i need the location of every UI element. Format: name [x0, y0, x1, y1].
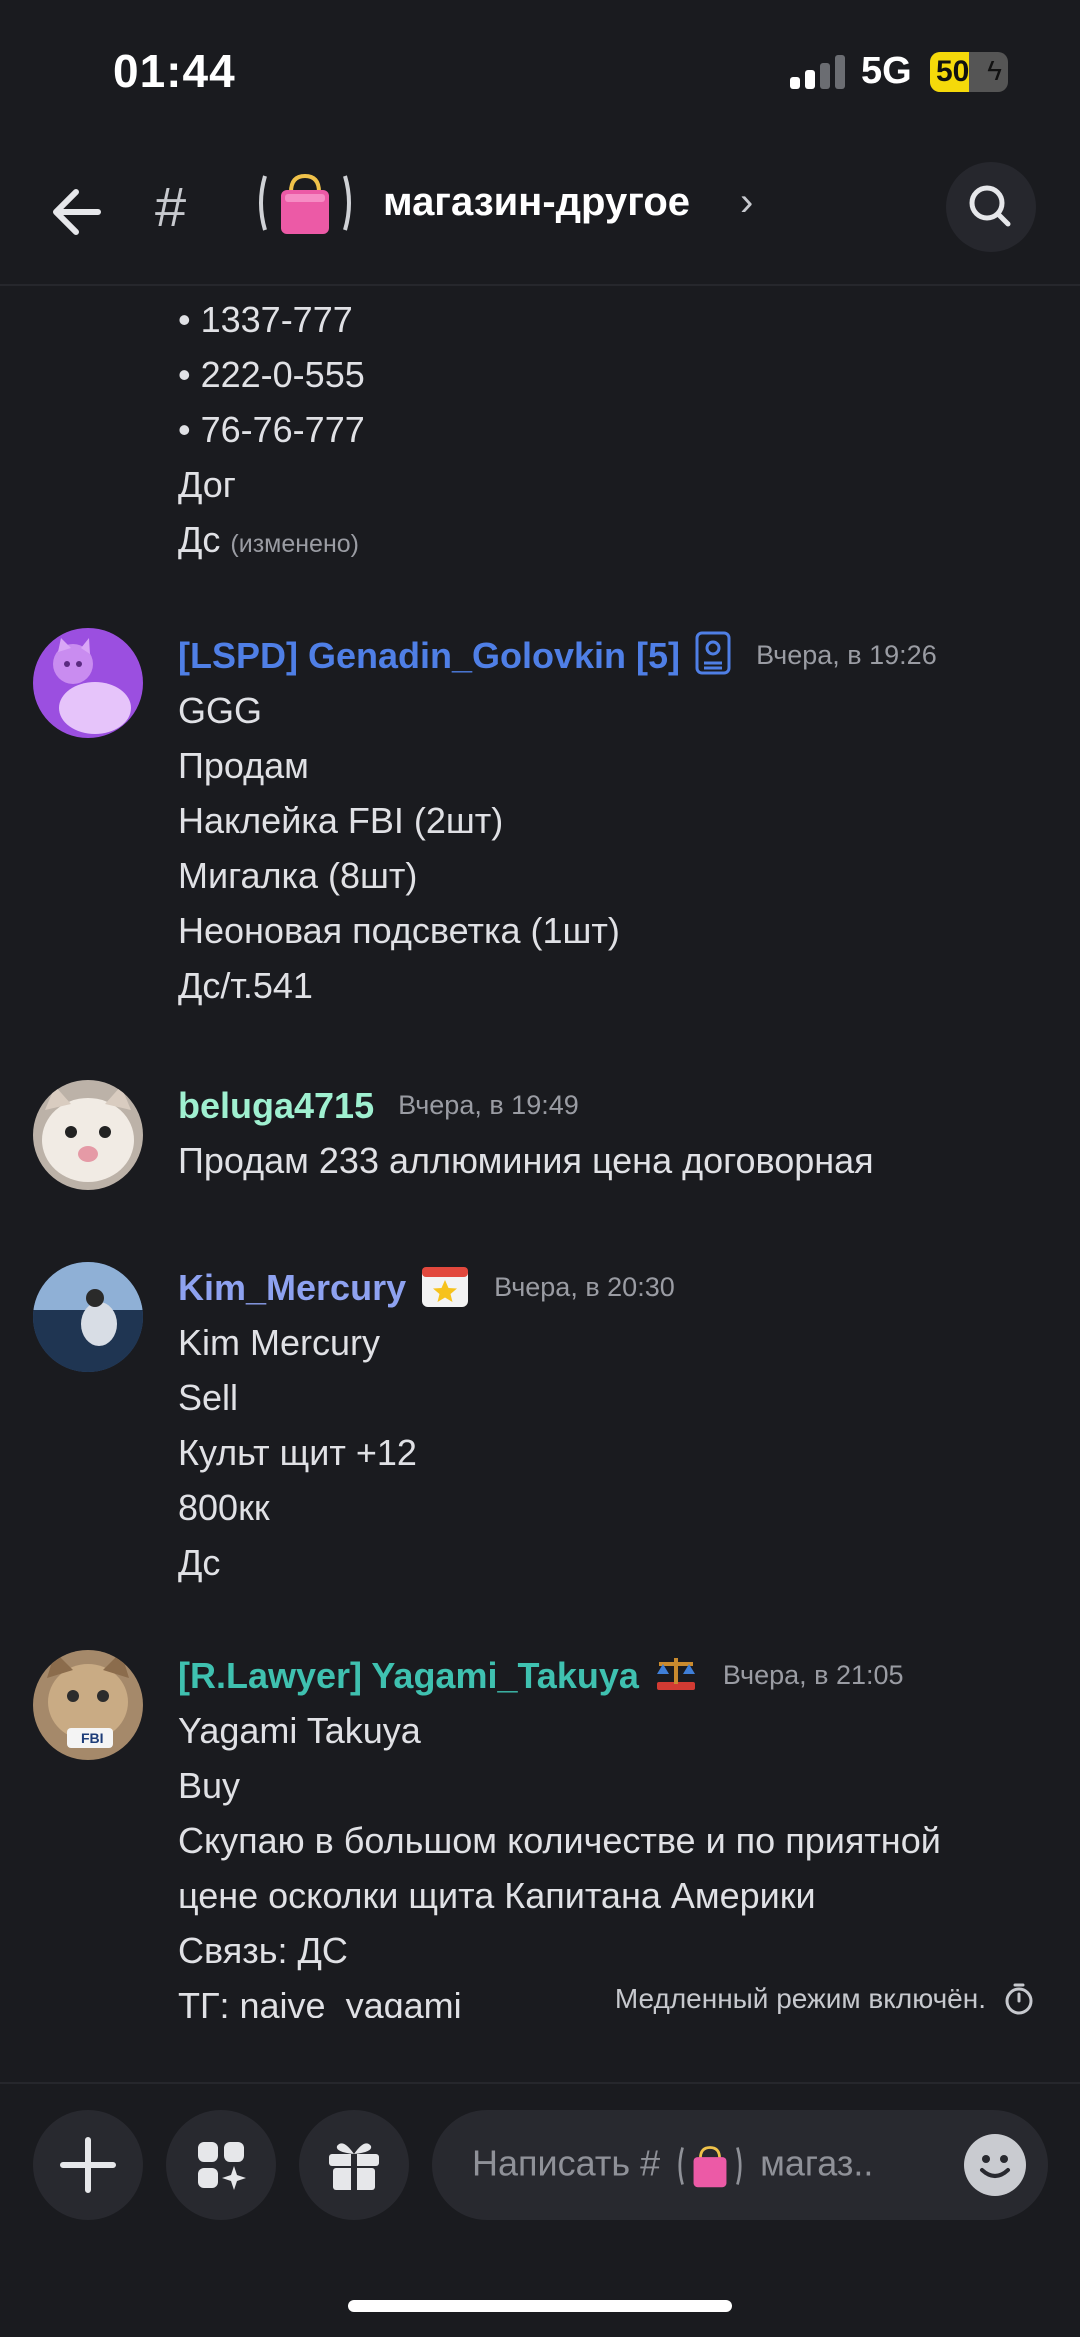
shopping-bag-icon: [255, 168, 355, 238]
message-body: Kim_Mercury Вчера, в 20:30 Kim Mercury S…: [178, 1260, 675, 1590]
author-name[interactable]: beluga4715: [178, 1085, 374, 1127]
message-line: Дс: [178, 1542, 221, 1583]
scales-icon: [653, 1652, 699, 1699]
home-indicator: [348, 2300, 732, 2312]
timer-icon: [1005, 1983, 1033, 2015]
network-type: 5G: [861, 50, 912, 92]
message-line: Buy: [178, 1765, 241, 1806]
message-list[interactable]: • 1337-777 • 222-0-555 • 76-76-777 Дог Д…: [0, 288, 1080, 2018]
battery-icon: 50 ϟ: [930, 52, 1008, 92]
author-name[interactable]: [LSPD] Genadin_Golovkin [5]: [178, 635, 680, 677]
back-arrow-icon: [53, 189, 101, 235]
slow-mode-label: Медленный режим включён.: [614, 1983, 986, 2014]
message-line: Мигалка (8шт): [178, 855, 418, 896]
message-line: Дс/т.541: [178, 965, 313, 1006]
message-line: Kim Mercury: [178, 1322, 381, 1363]
slow-mode-notice: Медленный режим включён.: [615, 1980, 1038, 2018]
message-line: Продам: [178, 745, 309, 786]
chevron-right-icon[interactable]: ›: [740, 180, 753, 225]
svg-text:FBI: FBI: [81, 1730, 104, 1746]
status-bar: 01:44 5G 50 ϟ: [0, 0, 1080, 150]
search-button[interactable]: [946, 162, 1036, 252]
message-timestamp: Вчера, в 19:49: [398, 1090, 579, 1120]
message-line: GGG: [178, 690, 263, 731]
message-body: beluga4715 Вчера, в 19:49 Продам 233 алл…: [178, 1078, 874, 1188]
message-line: Наклейка FBI (2шт): [178, 800, 504, 841]
edited-label: (изменено): [230, 530, 359, 558]
gift-button[interactable]: [299, 2110, 409, 2220]
apps-sparkle-icon: [198, 2142, 246, 2190]
channel-name[interactable]: магазин-другое: [383, 180, 690, 225]
message-line: • 76-76-777: [178, 409, 365, 450]
message-text: Дс: [178, 519, 221, 560]
channel-header: # магазин-другое ›: [0, 150, 1080, 286]
add-attachment-button[interactable]: [33, 2110, 143, 2220]
message-continuation: • 1337-777 • 222-0-555 • 76-76-777 Дог Д…: [178, 292, 365, 572]
message-header: [LSPD] Genadin_Golovkin [5] Вчера, в 19:…: [178, 628, 937, 683]
status-time: 01:44: [113, 45, 236, 97]
smiley-icon: [980, 2155, 1010, 2178]
message-composer: Написать # магаз..: [0, 2082, 1080, 2337]
author-name[interactable]: Kim_Mercury: [178, 1267, 406, 1309]
message-line: 800кк: [178, 1487, 270, 1528]
message-line: • 222-0-555: [178, 354, 365, 395]
avatar[interactable]: [33, 1080, 143, 1190]
message-line: Культ щит +12: [178, 1432, 417, 1473]
avatar[interactable]: [33, 1262, 143, 1372]
emoji-button[interactable]: [964, 2134, 1026, 2196]
avatar[interactable]: FBI: [33, 1650, 143, 1760]
placeholder-suffix: магаз..: [760, 2142, 874, 2184]
charging-icon: ϟ: [987, 55, 1002, 86]
message-line: Yagami Takuya: [178, 1710, 421, 1751]
message-input-placeholder: Написать # магаз..: [472, 2142, 873, 2190]
message-line: цене осколки щита Капитана Америки: [178, 1875, 816, 1916]
message-timestamp: Вчера, в 21:05: [722, 1660, 904, 1690]
message-line: Sell: [178, 1377, 239, 1418]
message-header: [R.Lawyer] Yagami_Takuya Вчера, в 21:05: [178, 1648, 941, 1703]
message-timestamp: Вчера, в 19:26: [756, 640, 937, 670]
shopping-bag-icon: [678, 2146, 742, 2188]
avatar[interactable]: [33, 628, 143, 738]
message-header: beluga4715 Вчера, в 19:49: [178, 1078, 874, 1133]
plus-icon: [60, 2137, 116, 2193]
placeholder-prefix: Написать #: [472, 2142, 661, 2184]
signal-icon: [790, 55, 846, 89]
author-name[interactable]: [R.Lawyer] Yagami_Takuya: [178, 1655, 639, 1697]
message-line: Дог: [178, 464, 236, 505]
police-badge-icon: [694, 630, 732, 681]
message-line: Связь: ДС: [178, 1930, 348, 1971]
battery-percent: 50: [936, 55, 970, 88]
message-body: [R.Lawyer] Yagami_Takuya Вчера, в 21:05 …: [178, 1648, 941, 2019]
message-body: [LSPD] Genadin_Golovkin [5] Вчера, в 19:…: [178, 628, 937, 1013]
apps-button[interactable]: [166, 2110, 276, 2220]
message-line: • 1337-777: [178, 299, 353, 340]
message-header: Kim_Mercury Вчера, в 20:30: [178, 1260, 675, 1315]
gift-icon: [329, 2143, 379, 2190]
message-line: Дс (изменено): [178, 512, 365, 572]
message-input[interactable]: Написать # магаз..: [432, 2110, 1048, 2220]
message-timestamp: Вчера, в 20:30: [494, 1272, 675, 1302]
back-button[interactable]: [40, 172, 120, 252]
message-line: Скупаю в большом количестве и по приятно…: [178, 1820, 941, 1861]
search-icon: [969, 185, 1011, 227]
calendar-star-icon: [420, 1261, 470, 1314]
channel-hash-icon: #: [155, 175, 187, 238]
message-line: Продам 233 аллюминия цена договорная: [178, 1140, 874, 1181]
message-line: Неоновая подсветка (1шт): [178, 910, 620, 951]
